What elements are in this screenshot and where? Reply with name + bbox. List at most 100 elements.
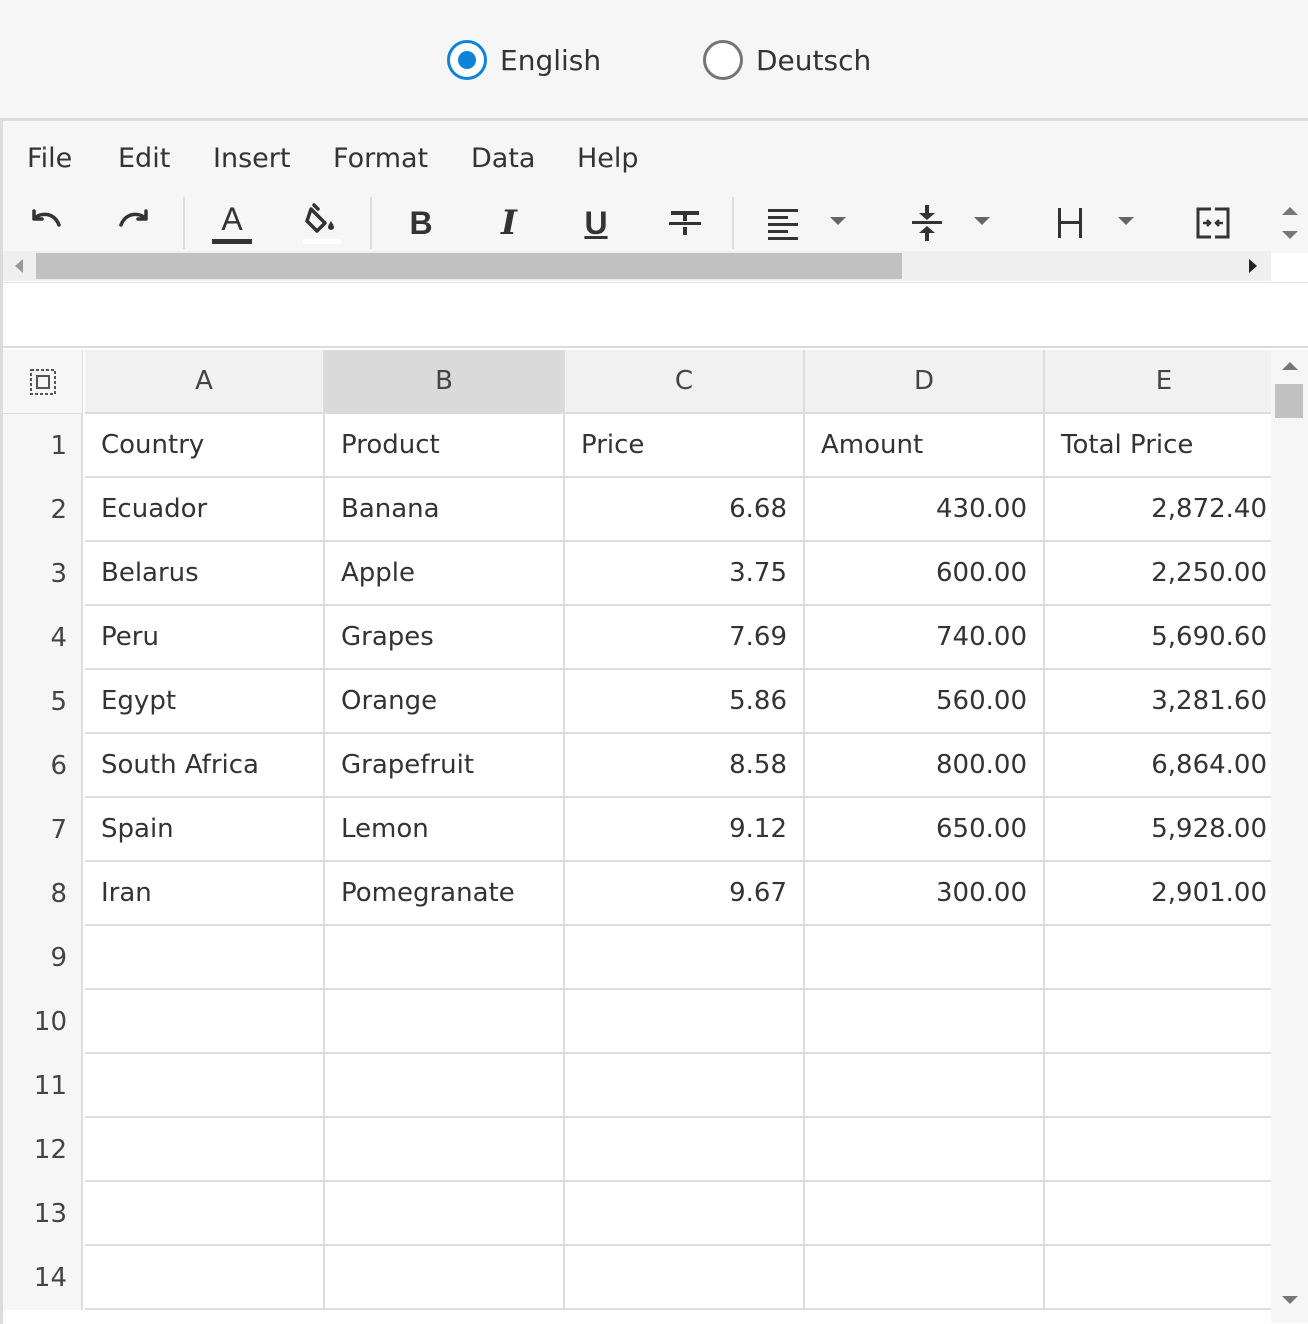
cell[interactable]: [565, 1246, 805, 1310]
cell[interactable]: [85, 1246, 325, 1310]
cell[interactable]: [805, 1054, 1045, 1118]
align-dropdown-caret[interactable]: [830, 217, 846, 225]
cell[interactable]: [1045, 1118, 1271, 1182]
menu-data[interactable]: Data: [471, 143, 535, 174]
row-header[interactable]: 1: [3, 414, 83, 478]
cell[interactable]: 5,928.00: [1045, 798, 1271, 862]
grid-vertical-scrollbar[interactable]: [1271, 350, 1308, 1322]
cell[interactable]: 6.68: [565, 478, 805, 542]
menu-edit[interactable]: Edit: [118, 143, 170, 174]
menu-insert[interactable]: Insert: [213, 143, 290, 174]
cell[interactable]: Amount: [805, 414, 1045, 478]
underline-button[interactable]: U: [574, 201, 618, 245]
row-header[interactable]: 10: [3, 990, 83, 1054]
cell[interactable]: Country: [85, 414, 325, 478]
cell[interactable]: 2,901.00: [1045, 862, 1271, 926]
cell[interactable]: 2,250.00: [1045, 542, 1271, 606]
cell[interactable]: 3.75: [565, 542, 805, 606]
cell[interactable]: [565, 1182, 805, 1246]
cell[interactable]: [85, 990, 325, 1054]
cell[interactable]: Grapes: [325, 606, 565, 670]
column-header-d[interactable]: D: [805, 350, 1045, 414]
cell[interactable]: 560.00: [805, 670, 1045, 734]
cell[interactable]: 600.00: [805, 542, 1045, 606]
row-header[interactable]: 11: [3, 1054, 83, 1118]
cell[interactable]: 300.00: [805, 862, 1045, 926]
row-header[interactable]: 5: [3, 670, 83, 734]
vertical-align-button[interactable]: [905, 201, 949, 245]
cell[interactable]: [325, 990, 565, 1054]
scroll-up-icon[interactable]: [1282, 362, 1298, 370]
redo-button[interactable]: [112, 201, 156, 245]
scroll-up-icon[interactable]: [1282, 207, 1298, 215]
row-header[interactable]: 3: [3, 542, 83, 606]
cell[interactable]: Peru: [85, 606, 325, 670]
cell[interactable]: [85, 926, 325, 990]
cell[interactable]: [805, 1118, 1045, 1182]
cell[interactable]: [565, 1118, 805, 1182]
cell[interactable]: Product: [325, 414, 565, 478]
strikethrough-button[interactable]: [663, 201, 707, 245]
cell[interactable]: [1045, 1182, 1271, 1246]
select-all-button[interactable]: [3, 350, 83, 414]
menu-file[interactable]: File: [27, 143, 72, 174]
cell[interactable]: Banana: [325, 478, 565, 542]
cell[interactable]: [325, 1118, 565, 1182]
cell[interactable]: Iran: [85, 862, 325, 926]
row-header[interactable]: 13: [3, 1182, 83, 1246]
cell[interactable]: Ecuador: [85, 478, 325, 542]
cell[interactable]: [85, 1118, 325, 1182]
row-header[interactable]: 7: [3, 798, 83, 862]
formula-bar[interactable]: [3, 282, 1308, 348]
cell[interactable]: 8.58: [565, 734, 805, 798]
column-header-c[interactable]: C: [565, 350, 805, 414]
toolbar-vertical-scroll[interactable]: [1268, 195, 1308, 253]
cell[interactable]: 430.00: [805, 478, 1045, 542]
cell[interactable]: Pomegranate: [325, 862, 565, 926]
cell[interactable]: 3,281.60: [1045, 670, 1271, 734]
cell[interactable]: [85, 1182, 325, 1246]
cell[interactable]: Orange: [325, 670, 565, 734]
row-header[interactable]: 6: [3, 734, 83, 798]
cell[interactable]: [805, 1246, 1045, 1310]
cell[interactable]: [805, 1182, 1045, 1246]
scrollbar-thumb[interactable]: [1275, 384, 1303, 418]
cell[interactable]: [565, 990, 805, 1054]
cell[interactable]: [805, 926, 1045, 990]
language-radio-deutsch[interactable]: Deutsch: [703, 38, 871, 82]
column-width-button[interactable]: [1048, 201, 1092, 245]
cell[interactable]: [1045, 1246, 1271, 1310]
cell[interactable]: [1045, 926, 1271, 990]
cell[interactable]: 9.67: [565, 862, 805, 926]
undo-button[interactable]: [24, 201, 68, 245]
cell[interactable]: [1045, 1054, 1271, 1118]
scroll-down-icon[interactable]: [1282, 231, 1298, 239]
cell[interactable]: 800.00: [805, 734, 1045, 798]
cell[interactable]: Total Price: [1045, 414, 1271, 478]
row-header[interactable]: 2: [3, 478, 83, 542]
bold-button[interactable]: B: [399, 201, 443, 245]
cell[interactable]: 5.86: [565, 670, 805, 734]
cell[interactable]: 650.00: [805, 798, 1045, 862]
toolbar-horizontal-scrollbar[interactable]: [3, 251, 1271, 281]
row-header[interactable]: 14: [3, 1246, 83, 1310]
language-radio-english[interactable]: English: [447, 38, 601, 82]
vertical-align-dropdown-caret[interactable]: [974, 217, 990, 225]
cell[interactable]: [1045, 990, 1271, 1054]
merge-cells-button[interactable]: [1191, 201, 1235, 245]
cell[interactable]: 6,864.00: [1045, 734, 1271, 798]
scroll-down-icon[interactable]: [1282, 1296, 1298, 1304]
cell[interactable]: Apple: [325, 542, 565, 606]
cell[interactable]: [85, 1054, 325, 1118]
fill-color-button[interactable]: [299, 201, 343, 245]
cell[interactable]: 2,872.40: [1045, 478, 1271, 542]
scrollbar-thumb[interactable]: [36, 253, 902, 279]
cell[interactable]: Belarus: [85, 542, 325, 606]
cell[interactable]: Grapefruit: [325, 734, 565, 798]
menu-help[interactable]: Help: [577, 143, 639, 174]
cell[interactable]: 7.69: [565, 606, 805, 670]
column-header-b[interactable]: B: [325, 350, 565, 414]
cell[interactable]: Price: [565, 414, 805, 478]
cell[interactable]: [565, 1054, 805, 1118]
column-width-dropdown-caret[interactable]: [1118, 217, 1134, 225]
